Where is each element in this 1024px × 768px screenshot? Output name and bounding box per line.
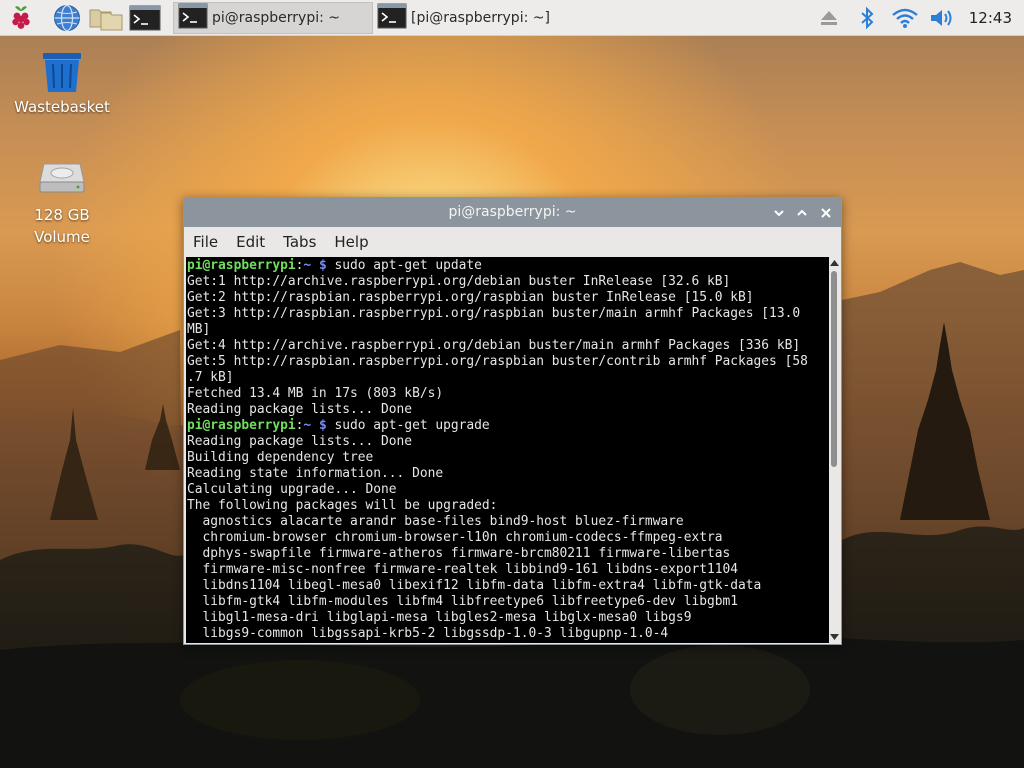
terminal-output-line: Get:2 http://raspbian.raspberrypi.org/ra… [187,290,754,305]
desktop-icon-wastebasket[interactable]: Wastebasket [12,50,112,118]
terminal-window[interactable]: pi@raspberrypi: ~ File Edit Tabs Help pi… [183,197,842,645]
desktop-icon-label: 128 GB [34,206,90,224]
terminal-output-line: dphys-swapfile firmware-atheros firmware… [187,546,731,561]
terminal-icon [178,3,208,33]
terminal-scrollbar[interactable] [829,257,840,643]
terminal-output-line: agnostics alacarte arandr base-files bin… [187,514,684,529]
prompt-path: ~ $ [303,258,327,273]
window-title: pi@raspberrypi: ~ [448,204,577,220]
desktop-icon-label: Volume [34,228,90,246]
taskbar-item-label: pi@raspberrypi: ~ [212,10,341,26]
terminal-output-line: Get:1 http://archive.raspberrypi.org/deb… [187,274,731,289]
desktop-icon-volume[interactable]: 128 GB Volume [12,160,112,248]
terminal-output-line: .7 kB] [187,370,234,385]
prompt-user: pi@raspberrypi [187,418,296,433]
terminal-output-line: firmware-misc-nonfree firmware-realtek l… [187,562,739,577]
scroll-up-icon[interactable] [830,259,839,267]
terminal-output-line: Reading state information... Done [187,466,444,481]
terminal-output-line: libgs9-common libgssapi-krb5-2 libgssdp-… [187,626,669,641]
command-text: sudo apt-get upgrade [326,418,490,433]
scroll-down-icon[interactable] [830,633,839,641]
terminal-output-line: Get:4 http://archive.raspberrypi.org/deb… [187,338,801,353]
file-manager-icon[interactable] [89,3,123,33]
clock[interactable]: 12:43 [969,0,1012,36]
terminal-icon [377,3,407,33]
raspberry-menu-icon[interactable] [6,3,36,33]
terminal-output-line: Reading package lists... Done [187,402,413,417]
drive-icon [12,160,112,204]
menu-tabs[interactable]: Tabs [274,227,325,257]
terminal-output-line: Building dependency tree [187,450,374,465]
bluetooth-icon[interactable] [854,3,880,33]
window-titlebar[interactable]: pi@raspberrypi: ~ [184,198,841,227]
taskbar-item-terminal-1[interactable]: pi@raspberrypi: ~ [173,2,373,34]
terminal-output: pi@raspberrypi:~ $ sudo apt-get update Ge… [186,257,829,642]
terminal-output-line: libgl1-mesa-dri libglapi-mesa libgles2-m… [187,610,692,625]
top-panel: pi@raspberrypi: ~ [pi@raspberrypi: ~] 12… [0,0,1024,36]
taskbar-item-label: [pi@raspberrypi: ~] [411,10,550,26]
terminal-output-line: libfm-gtk4 libfm-modules libfm4 libfreet… [187,594,739,609]
close-icon[interactable] [817,204,835,222]
terminal-output-line: Get:5 http://raspbian.raspberrypi.org/ra… [187,354,808,369]
scrollbar-thumb[interactable] [831,271,837,467]
desktop-icon-label: Wastebasket [14,98,110,116]
menu-file[interactable]: File [184,227,227,257]
terminal-output-line: MB] [187,322,211,337]
terminal-console[interactable]: pi@raspberrypi:~ $ sudo apt-get update Ge… [186,257,829,643]
terminal-output-line: Fetched 13.4 MB in 17s (803 kB/s) [187,386,444,401]
trash-icon [12,50,112,96]
minimize-icon[interactable] [770,204,788,222]
taskbar-item-terminal-2[interactable]: [pi@raspberrypi: ~] [373,2,573,34]
prompt-path: ~ $ [303,418,327,433]
menu-help[interactable]: Help [325,227,377,257]
terminal-output-line: Reading package lists... Done [187,434,413,449]
command-text: sudo apt-get update [326,258,482,273]
terminal-output-line: The following packages will be upgraded: [187,498,498,513]
terminal-output-line: chromium-browser chromium-browser-l10n c… [187,530,723,545]
volume-icon[interactable] [928,3,958,33]
eject-icon[interactable] [816,3,842,33]
terminal-command-line: pi@raspberrypi:~ $ sudo apt-get update [187,258,829,274]
wifi-icon[interactable] [890,3,920,33]
terminal-command-line: pi@raspberrypi:~ $ sudo apt-get upgrade [187,418,829,434]
menu-bar: File Edit Tabs Help [184,227,841,257]
maximize-icon[interactable] [793,204,811,222]
menu-edit[interactable]: Edit [227,227,274,257]
web-browser-icon[interactable] [52,3,82,33]
prompt-user: pi@raspberrypi [187,258,296,273]
terminal-output-line: Calculating upgrade... Done [187,482,397,497]
terminal-output-line: Get:3 http://raspbian.raspberrypi.org/ra… [187,306,801,321]
terminal-icon[interactable] [129,3,161,33]
terminal-output-line: libdns1104 libegl-mesa0 libexif12 libfm-… [187,578,762,593]
